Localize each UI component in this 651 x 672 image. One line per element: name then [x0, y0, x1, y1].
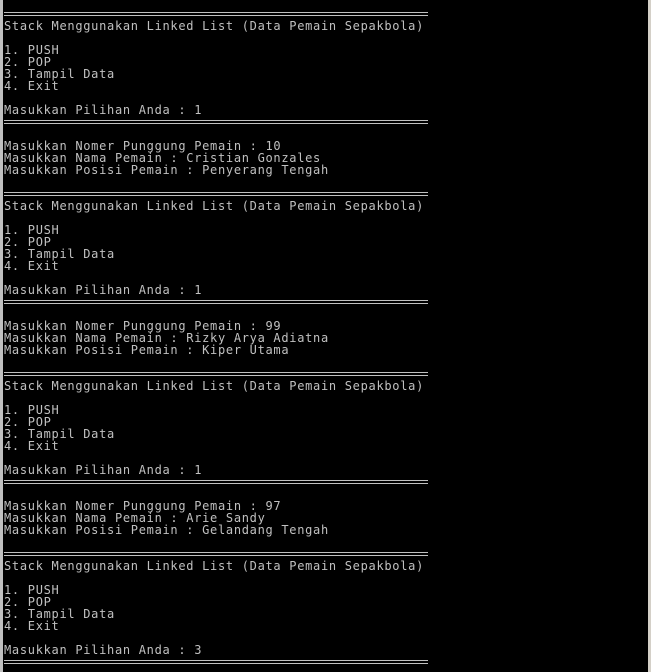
- console-line: 4. Exit: [4, 439, 60, 453]
- console-line: 1. PUSH: [4, 43, 60, 57]
- separator-line: ========================================…: [4, 8, 429, 20]
- console-line: Masukkan Pilihan Anda : 1: [4, 283, 203, 297]
- console-line: Masukkan Pilihan Anda : 1: [4, 463, 203, 477]
- separator-line: ========================================…: [4, 368, 429, 380]
- console-line: Masukkan Pilihan Anda : 3: [4, 643, 203, 657]
- console-output: ========================================…: [4, 8, 429, 668]
- separator-line: ========================================…: [4, 548, 429, 560]
- console-line: Masukkan Posisi Pemain : Gelandang Tenga…: [4, 523, 329, 537]
- console-line: 3. Tampil Data: [4, 427, 115, 441]
- console-window: ========================================…: [0, 0, 651, 672]
- window-left-border: [0, 0, 3, 672]
- console-line: 4. Exit: [4, 259, 60, 273]
- separator-line: ========================================…: [4, 296, 429, 308]
- console-line: Masukkan Posisi Pemain : Kiper Utama: [4, 343, 290, 357]
- console-line: 4. Exit: [4, 619, 60, 633]
- console-line: 1. PUSH: [4, 583, 60, 597]
- console-line: 3. Tampil Data: [4, 607, 115, 621]
- console-line: Stack Menggunakan Linked List (Data Pema…: [4, 19, 425, 33]
- console-line: 3. Tampil Data: [4, 67, 115, 81]
- console-line: Stack Menggunakan Linked List (Data Pema…: [4, 559, 425, 573]
- separator-line: ========================================…: [4, 188, 429, 200]
- console-line: 4. Exit: [4, 79, 60, 93]
- separator-line: ========================================…: [4, 476, 429, 488]
- separator-line: ========================================…: [4, 656, 429, 668]
- console-line: Masukkan Pilihan Anda : 1: [4, 103, 203, 117]
- console-line: 1. PUSH: [4, 223, 60, 237]
- console-line: Masukkan Posisi Pemain : Penyerang Tenga…: [4, 163, 329, 177]
- console-line: 1. PUSH: [4, 403, 60, 417]
- separator-line: ========================================…: [4, 116, 429, 128]
- console-line: Stack Menggunakan Linked List (Data Pema…: [4, 199, 425, 213]
- console-line: 3. Tampil Data: [4, 247, 115, 261]
- console-line: Stack Menggunakan Linked List (Data Pema…: [4, 379, 425, 393]
